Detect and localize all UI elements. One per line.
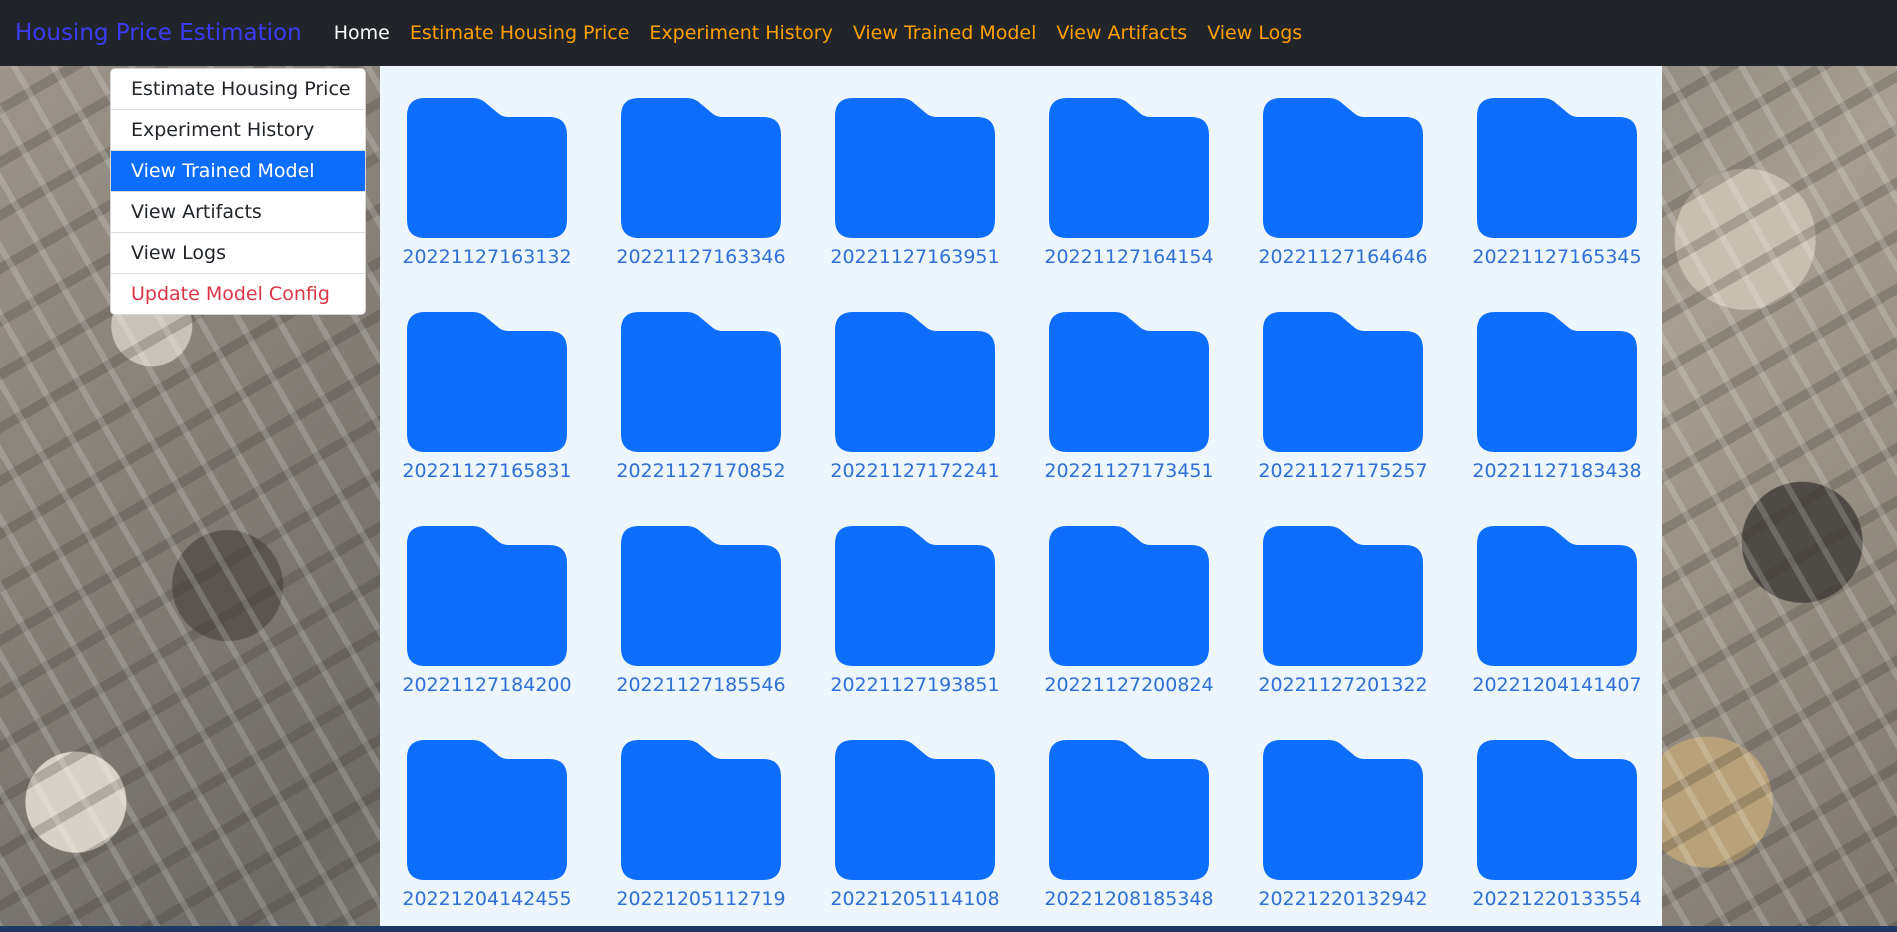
folder-icon [407, 312, 567, 452]
folder-item[interactable]: 20221205114108 [808, 740, 1022, 932]
side-menu-view-artifacts[interactable]: View Artifacts [111, 192, 365, 233]
folder-icon [1477, 740, 1637, 880]
folder-label[interactable]: 20221127164154 [1044, 246, 1213, 268]
folder-icon [1263, 312, 1423, 452]
folder-icon [1263, 740, 1423, 880]
side-menu-update-model-config[interactable]: Update Model Config [111, 274, 365, 314]
folder-label[interactable]: 20221127163346 [616, 246, 785, 268]
folder-icon [621, 526, 781, 666]
folder-item[interactable]: 20221127185546 [594, 526, 808, 740]
folder-item[interactable]: 20221127201322 [1236, 526, 1450, 740]
folder-label[interactable]: 20221127165345 [1472, 246, 1641, 268]
folder-label[interactable]: 20221208185348 [1044, 888, 1213, 910]
folder-item[interactable]: 20221127163951 [808, 98, 1022, 312]
folder-label[interactable]: 20221127164646 [1258, 246, 1427, 268]
folder-item[interactable]: 20221127165831 [380, 312, 594, 526]
folder-icon [1049, 312, 1209, 452]
folder-label[interactable]: 20221204141407 [1472, 674, 1641, 696]
folder-item[interactable]: 20221204142455 [380, 740, 594, 932]
folder-label[interactable]: 20221127193851 [830, 674, 999, 696]
folder-label[interactable]: 20221127170852 [616, 460, 785, 482]
folder-label[interactable]: 20221127172241 [830, 460, 999, 482]
folder-item[interactable]: 20221127170852 [594, 312, 808, 526]
folder-icon [621, 312, 781, 452]
folder-item[interactable]: 20221127183438 [1450, 312, 1662, 526]
folder-label[interactable]: 20221127184200 [402, 674, 571, 696]
folder-label[interactable]: 20221205114108 [830, 888, 999, 910]
folder-label[interactable]: 20221127163951 [830, 246, 999, 268]
folder-item[interactable]: 20221220133554 [1450, 740, 1662, 932]
folder-item[interactable]: 20221127163132 [380, 98, 594, 312]
folder-icon [1049, 526, 1209, 666]
nav-experiment-history[interactable]: Experiment History [639, 22, 842, 44]
folder-item[interactable]: 20221127184200 [380, 526, 594, 740]
folder-grid: 20221127163132 20221127163346 202211271639… [380, 98, 1662, 932]
folder-item[interactable]: 20221127165345 [1450, 98, 1662, 312]
folder-item[interactable]: 20221208185348 [1022, 740, 1236, 932]
folder-icon [1477, 526, 1637, 666]
folder-label[interactable]: 20221127183438 [1472, 460, 1641, 482]
folder-icon [835, 740, 995, 880]
folder-label[interactable]: 20221204142455 [402, 888, 571, 910]
folder-label[interactable]: 20221220133554 [1472, 888, 1641, 910]
folder-icon [621, 98, 781, 238]
folder-browser: 20221127163132 20221127163346 202211271639… [380, 66, 1662, 932]
folder-icon [407, 98, 567, 238]
folder-icon [1263, 526, 1423, 666]
folder-label[interactable]: 20221127163132 [402, 246, 571, 268]
nav-view-artifacts[interactable]: View Artifacts [1046, 22, 1197, 44]
folder-item[interactable]: 20221127164154 [1022, 98, 1236, 312]
folder-label[interactable]: 20221127165831 [402, 460, 571, 482]
folder-icon [1049, 98, 1209, 238]
nav-view-trained-model[interactable]: View Trained Model [843, 22, 1047, 44]
folder-icon [835, 526, 995, 666]
nav-home[interactable]: Home [324, 22, 400, 44]
folder-label[interactable]: 20221205112719 [616, 888, 785, 910]
side-menu-estimate-housing-price[interactable]: Estimate Housing Price [111, 69, 365, 110]
folder-item[interactable]: 20221127163346 [594, 98, 808, 312]
folder-label[interactable]: 20221127175257 [1258, 460, 1427, 482]
nav-estimate-housing-price[interactable]: Estimate Housing Price [400, 22, 640, 44]
folder-item[interactable]: 20221127173451 [1022, 312, 1236, 526]
folder-label[interactable]: 20221127185546 [616, 674, 785, 696]
folder-item[interactable]: 20221127164646 [1236, 98, 1450, 312]
folder-item[interactable]: 20221127193851 [808, 526, 1022, 740]
side-menu-experiment-history[interactable]: Experiment History [111, 110, 365, 151]
folder-item[interactable]: 20221127172241 [808, 312, 1022, 526]
folder-label[interactable]: 20221220132942 [1258, 888, 1427, 910]
folder-icon [1477, 98, 1637, 238]
side-menu-view-logs[interactable]: View Logs [111, 233, 365, 274]
brand-link[interactable]: Housing Price Estimation [15, 20, 302, 46]
folder-item[interactable]: 20221205112719 [594, 740, 808, 932]
folder-label[interactable]: 20221127200824 [1044, 674, 1213, 696]
side-menu-view-trained-model[interactable]: View Trained Model [111, 151, 365, 192]
folder-label[interactable]: 20221127173451 [1044, 460, 1213, 482]
folder-item[interactable]: 20221127175257 [1236, 312, 1450, 526]
folder-item[interactable]: 20221220132942 [1236, 740, 1450, 932]
folder-item[interactable]: 20221204141407 [1450, 526, 1662, 740]
folder-icon [407, 740, 567, 880]
folder-icon [1477, 312, 1637, 452]
folder-icon [407, 526, 567, 666]
folder-label[interactable]: 20221127201322 [1258, 674, 1427, 696]
folder-icon [1049, 740, 1209, 880]
bottom-strip [0, 926, 1897, 932]
side-menu: Estimate Housing Price Experiment Histor… [110, 68, 366, 315]
nav-view-logs[interactable]: View Logs [1197, 22, 1312, 44]
folder-icon [835, 312, 995, 452]
navbar: Housing Price Estimation Home Estimate H… [0, 0, 1897, 66]
folder-icon [621, 740, 781, 880]
folder-item[interactable]: 20221127200824 [1022, 526, 1236, 740]
folder-icon [1263, 98, 1423, 238]
folder-icon [835, 98, 995, 238]
